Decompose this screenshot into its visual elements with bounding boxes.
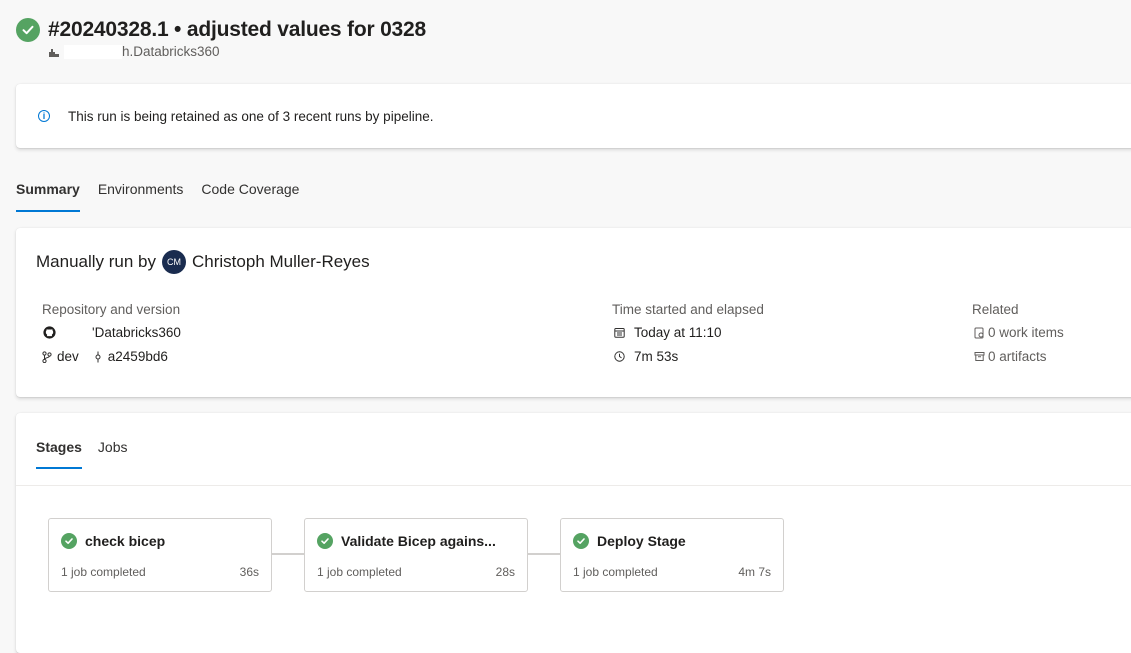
stages-tabs: Stages Jobs (36, 439, 144, 469)
stage-jobs-status: 1 job completed (61, 565, 146, 579)
artifacts-link[interactable]: 0 artifacts (988, 349, 1047, 364)
start-time: Today at 11:10 (634, 325, 722, 340)
branch-icon (42, 350, 52, 364)
elapsed-time: 7m 53s (634, 349, 679, 364)
branch-link[interactable]: dev (57, 349, 79, 364)
related-section: Related 0 work items 0 artifacts (972, 302, 1064, 373)
check-circle-icon (573, 533, 589, 549)
retention-info-banner: i This run is being retained as one of 3… (16, 84, 1131, 148)
run-by-user[interactable]: Christoph Muller-Reyes (192, 252, 370, 272)
redacted-block (64, 44, 122, 59)
run-by-prefix: Manually run by (36, 252, 157, 271)
stage-duration: 28s (495, 565, 515, 579)
stage-name: Validate Bicep agains... (341, 533, 496, 549)
commit-link[interactable]: a2459bd6 (108, 349, 168, 364)
run-by-line: Manually run by CM Christoph Muller-Reye… (36, 250, 370, 274)
divider (16, 485, 1131, 486)
pipeline-name-link[interactable]: h.Databricks360 (122, 44, 220, 59)
work-items-link[interactable]: 0 work items (988, 325, 1064, 340)
tab-code-coverage[interactable]: Code Coverage (201, 178, 299, 212)
avatar[interactable]: CM (162, 250, 187, 274)
stage-connector (272, 553, 304, 555)
info-icon: i (38, 110, 50, 122)
tab-stages[interactable]: Stages (36, 439, 82, 469)
stage-check-bicep[interactable]: check bicep 1 job completed 36s (48, 518, 272, 592)
repository-heading: Repository and version (42, 302, 181, 317)
stage-jobs-status: 1 job completed (573, 565, 658, 579)
time-section: Time started and elapsed Today at 11:10 … (612, 302, 764, 373)
stage-name: Deploy Stage (597, 533, 686, 549)
artifact-icon (972, 350, 986, 364)
time-heading: Time started and elapsed (612, 302, 764, 317)
repository-link[interactable]: 'Databricks360 (92, 325, 181, 340)
check-circle-icon (61, 533, 77, 549)
stage-deploy[interactable]: Deploy Stage 1 job completed 4m 7s (560, 518, 784, 592)
related-heading: Related (972, 302, 1019, 317)
check-circle-icon (16, 18, 40, 42)
commit-icon (93, 350, 103, 364)
stage-duration: 36s (239, 565, 259, 579)
stage-connector (528, 553, 560, 555)
page-title: #20240328.1 • adjusted values for 0328 (48, 18, 426, 41)
retention-info-text: This run is being retained as one of 3 r… (68, 108, 434, 124)
check-circle-icon (317, 533, 333, 549)
tab-summary[interactable]: Summary (16, 178, 80, 212)
work-item-icon (972, 326, 986, 340)
tab-environments[interactable]: Environments (98, 178, 184, 212)
tab-jobs[interactable]: Jobs (98, 439, 128, 469)
stage-validate-bicep[interactable]: Validate Bicep agains... 1 job completed… (304, 518, 528, 592)
stages-card: Stages Jobs check bicep 1 job completed … (16, 413, 1131, 653)
repository-section: Repository and version 'Databricks360 de… (42, 302, 181, 373)
stage-duration: 4m 7s (738, 565, 771, 579)
github-icon (42, 326, 56, 340)
stage-jobs-status: 1 job completed (317, 565, 402, 579)
run-header: #20240328.1 • adjusted values for 0328 h… (16, 18, 426, 59)
stage-name: check bicep (85, 533, 166, 549)
clock-icon (612, 350, 626, 364)
calendar-icon (612, 326, 626, 340)
summary-card: Manually run by CM Christoph Muller-Reye… (16, 228, 1131, 397)
pipeline-icon (48, 46, 60, 58)
run-tabs: Summary Environments Code Coverage (16, 178, 317, 212)
